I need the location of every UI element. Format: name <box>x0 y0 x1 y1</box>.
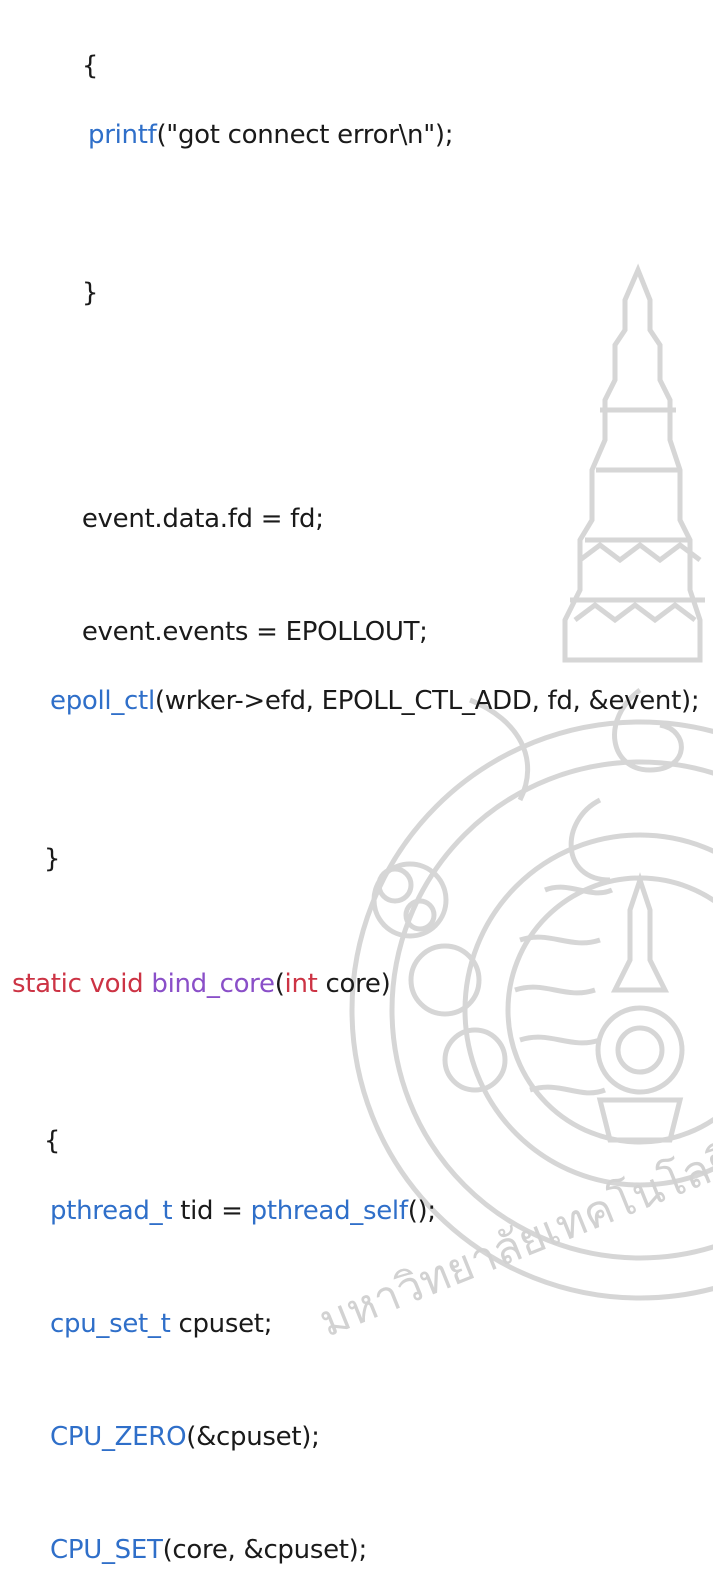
func-bind-core: bind_core <box>151 969 275 999</box>
keyword-int: int <box>284 969 318 999</box>
statement-fd: event.data.fd = fd; <box>81 504 324 534</box>
code-line-1: { <box>0 0 99 81</box>
func-printf: printf <box>88 120 157 150</box>
function-open-brace: { <box>43 1126 61 1156</box>
cpu-set-args: (core, &cpuset); <box>162 1535 368 1565</box>
code-line-10: pthread_t tid = pthread_self(); <box>0 1189 436 1233</box>
keyword-static: static <box>12 969 82 999</box>
epoll-ctl-args: (wrker->efd, EPOLL_CTL_ADD, fd, &event); <box>154 686 700 716</box>
func-cpu-set: CPU_SET <box>50 1535 163 1565</box>
type-cpu-set-t: cpu_set_t <box>50 1309 171 1339</box>
code-line-13: CPU_SET(core, &cpuset); <box>0 1528 367 1572</box>
paren-open: ( <box>274 969 285 999</box>
code-line-5: event.events = EPOLLOUT; <box>0 566 428 647</box>
call-end: (); <box>407 1196 436 1226</box>
code-line-6: epoll_ctl(wrker->efd, EPOLL_CTL_ADD, fd,… <box>0 679 700 723</box>
code-line-2: printf("got connect error\n"); <box>0 113 453 157</box>
code-line-7: } <box>0 793 61 874</box>
cpu-zero-args: (&cpuset); <box>186 1422 320 1452</box>
tid-assign: tid = <box>172 1196 251 1226</box>
code-line-8: static void bind_core(int core) <box>0 962 391 1006</box>
func-cpu-zero: CPU_ZERO <box>50 1422 187 1452</box>
keyword-void: void <box>89 969 144 999</box>
cpuset-decl: cpuset; <box>170 1309 273 1339</box>
function-close-brace: } <box>43 844 61 874</box>
code-line-9: { <box>0 1075 61 1156</box>
code-line-12: CPU_ZERO(&cpuset); <box>0 1415 320 1459</box>
func-pthread-self: pthread_self <box>250 1196 408 1226</box>
brace-open: { <box>81 51 99 81</box>
param-core: core) <box>317 969 391 999</box>
statement-events: event.events = EPOLLOUT; <box>81 617 428 647</box>
printf-args: ("got connect error\n"); <box>156 120 454 150</box>
brace-close: } <box>81 278 99 308</box>
code-line-3: } <box>0 227 99 308</box>
code-line-11: cpu_set_t cpuset; <box>0 1302 272 1346</box>
type-pthread-t: pthread_t <box>50 1196 173 1226</box>
code-line-4: event.data.fd = fd; <box>0 453 324 534</box>
func-epoll-ctl: epoll_ctl <box>50 686 155 716</box>
